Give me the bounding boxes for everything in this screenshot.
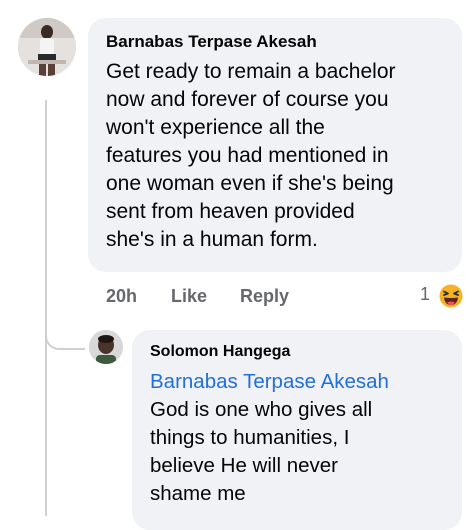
comment-text: Get ready to remain a bachelor now and f… [106, 58, 446, 254]
avatar-photo [18, 18, 76, 76]
comment-text-line: features you had mentioned in [106, 144, 389, 167]
reaction-count[interactable]: 1 [420, 284, 430, 305]
avatar-photo [89, 330, 123, 364]
comment-text-line: she's in a human form. [106, 228, 318, 251]
reply-text: Barnabas Terpase Akesah God is one who g… [150, 368, 446, 508]
reply-bubble: Solomon Hangega Barnabas Terpase Akesah … [132, 330, 462, 530]
reply-button[interactable]: Reply [240, 286, 289, 307]
comment-text-line: one woman even if she's being [106, 172, 394, 195]
comment-text-line: sent from heaven provided [106, 200, 355, 223]
haha-emoji-icon[interactable] [437, 282, 465, 310]
reply-text-line: God is one who gives all [150, 398, 373, 421]
comment-text-line: Get ready to remain a bachelor [106, 60, 396, 83]
comment-bubble: Barnabas Terpase Akesah Get ready to rem… [88, 18, 462, 272]
comment-text-line: won't experience all the [106, 116, 325, 139]
comment-author-name[interactable]: Barnabas Terpase Akesah [106, 31, 446, 53]
reply-avatar[interactable] [89, 330, 123, 364]
like-button[interactable]: Like [171, 286, 207, 307]
avatar[interactable] [18, 18, 76, 76]
comment-timestamp[interactable]: 20h [106, 286, 137, 307]
reply-text-line: believe He will never [150, 454, 339, 477]
mention-link[interactable]: Barnabas Terpase Akesah [150, 368, 446, 396]
comment-text-line: now and forever of course you [106, 88, 389, 111]
reply-connector-line [45, 300, 85, 350]
reply-text-line: shame me [150, 482, 246, 505]
reply-author-name[interactable]: Solomon Hangega [150, 342, 446, 362]
reply-text-line: things to humanities, I [150, 426, 350, 449]
